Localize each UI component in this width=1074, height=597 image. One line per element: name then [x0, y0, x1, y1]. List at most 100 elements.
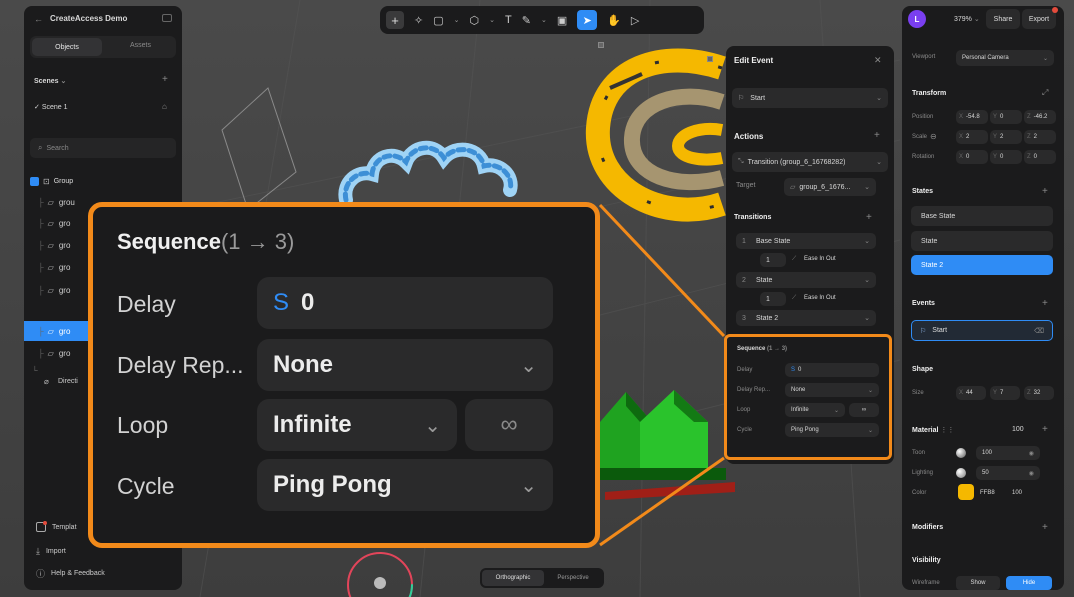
event-trigger-select[interactable]: ⚐ Start ⌄ — [732, 88, 888, 108]
spiral-shape[interactable] — [582, 48, 732, 228]
red-plane-shape[interactable] — [605, 478, 735, 502]
size-x[interactable]: X 44 — [956, 386, 986, 400]
chevron-down-icon[interactable]: ⌄ — [454, 16, 460, 24]
color-hex[interactable]: FFB8 — [980, 490, 995, 496]
position-z[interactable]: Z -46.2 — [1024, 110, 1056, 124]
sphere-icon[interactable] — [956, 468, 966, 478]
tree-item-group[interactable]: ⊡ Group — [30, 174, 176, 188]
loop-select[interactable]: Infinite ⌄ — [785, 403, 845, 417]
selection-handle[interactable] — [598, 42, 604, 48]
view-orthographic[interactable]: Orthographic — [482, 570, 544, 586]
close-icon[interactable]: ✕ — [874, 55, 882, 66]
add-modifier-icon[interactable]: + — [1042, 522, 1048, 533]
pen-icon[interactable]: ✎ — [522, 14, 531, 27]
cloud-shape[interactable] — [338, 130, 518, 210]
scale-x[interactable]: X2 — [956, 130, 988, 144]
toon-field[interactable]: 100 ◉ — [976, 446, 1040, 460]
hide-button[interactable]: Hide — [1006, 576, 1052, 590]
transform-gizmo[interactable] — [340, 545, 430, 597]
state-item-active[interactable]: State 2 — [911, 255, 1053, 275]
cycle-select[interactable]: Ping Pong ⌄ — [785, 423, 879, 437]
add-material-icon[interactable]: + — [1042, 424, 1048, 435]
avatar[interactable]: L — [908, 10, 926, 28]
material-value[interactable]: 100 — [1012, 426, 1024, 433]
size-z[interactable]: Z 32 — [1024, 386, 1054, 400]
add-state-icon[interactable]: + — [1042, 186, 1048, 197]
delay-repeat-select[interactable]: None ⌄ — [785, 383, 879, 397]
callout-loop-select[interactable]: Infinite ⌄ — [257, 399, 457, 451]
lighting-field[interactable]: 50 ◉ — [976, 466, 1040, 480]
text-icon[interactable]: T — [505, 14, 512, 26]
callout-cycle-select[interactable]: Ping Pong ⌄ — [257, 459, 553, 511]
viewport-select[interactable]: Personal Camera ⌄ — [956, 50, 1054, 66]
callout-delay-repeat-select[interactable]: None ⌄ — [257, 339, 553, 391]
tab-assets[interactable]: Assets — [130, 42, 151, 49]
project-title[interactable]: CreateAccess Demo — [50, 14, 127, 23]
export-button[interactable]: Export — [1022, 9, 1056, 29]
color-swatch[interactable] — [958, 484, 974, 500]
scenes-header[interactable]: Scenes ⌄ — [34, 77, 66, 85]
back-arrow-icon[interactable]: ← — [34, 14, 43, 24]
reset-icon[interactable]: ⤢ — [1042, 88, 1048, 98]
play-icon[interactable]: ▷ — [631, 14, 639, 27]
view-perspective[interactable]: Perspective — [544, 570, 602, 586]
transition-ease[interactable]: Ease In Out — [804, 295, 836, 301]
rotation-y[interactable]: Y0 — [990, 150, 1022, 164]
trash-icon[interactable]: ⌫ — [1034, 327, 1044, 335]
checkbox-icon[interactable] — [30, 176, 39, 186]
sphere-icon[interactable] — [956, 448, 966, 458]
state-item[interactable]: Base State — [911, 206, 1053, 226]
transition-row[interactable]: 1 Base State ⌄ — [736, 233, 876, 249]
transition-duration[interactable]: 1 — [760, 253, 786, 267]
square-icon[interactable]: ▢ — [433, 14, 443, 27]
zoom-select[interactable]: 379% ⌄ — [954, 15, 980, 23]
add-action-icon[interactable]: + — [874, 130, 880, 141]
wire-shape[interactable] — [221, 87, 297, 211]
houses-shape[interactable] — [596, 372, 726, 482]
transition-ease[interactable]: Ease In Out — [804, 256, 836, 262]
position-y[interactable]: Y0 — [990, 110, 1022, 124]
help-link[interactable]: ⓘ Help & Feedback — [36, 567, 105, 580]
state-item[interactable]: State — [911, 231, 1053, 251]
axis-y-label: Y — [993, 114, 998, 120]
position-x[interactable]: X -54.8 — [956, 110, 988, 124]
shape-icon[interactable]: ⬡ — [470, 14, 480, 27]
action-select[interactable]: ⤡ Transition (group_6_16768282) ⌄ — [732, 152, 888, 172]
lock-icon[interactable]: ⊖ — [930, 132, 937, 141]
sparkle-icon[interactable]: ✧ — [414, 14, 423, 27]
callout-delay-field[interactable]: S0 — [257, 277, 553, 329]
selection-handle[interactable] — [707, 56, 713, 62]
tab-objects[interactable]: Objects — [32, 38, 102, 56]
show-button[interactable]: Show — [956, 576, 1000, 590]
templates-link[interactable]: Templat — [36, 521, 77, 532]
sidebar-toggle-icon[interactable] — [162, 14, 172, 22]
rotation-x[interactable]: X0 — [956, 150, 988, 164]
event-item[interactable]: ⚐ Start ⌫ — [911, 320, 1053, 341]
chevron-down-icon[interactable]: ⌄ — [541, 16, 547, 24]
delay-field[interactable]: S0 — [785, 363, 879, 377]
callout-infinity-toggle[interactable]: ∞ — [465, 399, 553, 451]
frame-icon[interactable]: ▣ — [557, 14, 567, 27]
target-select[interactable]: ▱ group_6_1676... ⌄ — [784, 178, 876, 196]
search-input[interactable]: ⌕ Search — [30, 138, 176, 158]
share-button[interactable]: Share — [986, 9, 1020, 29]
plus-icon[interactable]: + — [386, 11, 404, 29]
scale-z[interactable]: Z2 — [1024, 130, 1056, 144]
import-link[interactable]: ⤓ Import — [36, 546, 66, 557]
chevron-down-icon[interactable]: ⌄ — [489, 16, 495, 24]
transition-duration[interactable]: 1 — [760, 292, 786, 306]
scene-item[interactable]: ✓ Scene 1 — [34, 103, 68, 111]
pointer-icon[interactable]: ➤ — [577, 10, 598, 30]
transition-row[interactable]: 2 State ⌄ — [736, 272, 876, 288]
add-event-icon[interactable]: + — [1042, 298, 1048, 309]
rotation-z[interactable]: Z0 — [1024, 150, 1056, 164]
color-opacity[interactable]: 100 — [1012, 490, 1022, 496]
size-y[interactable]: Y7 — [990, 386, 1020, 400]
add-scene-icon[interactable]: + — [162, 74, 168, 85]
hand-icon[interactable]: ✋ — [607, 14, 621, 27]
scale-y[interactable]: Y2 — [990, 130, 1022, 144]
add-transition-icon[interactable]: + — [866, 212, 872, 223]
infinity-toggle[interactable]: ∞ — [849, 403, 879, 417]
home-icon[interactable]: ⌂ — [162, 102, 167, 111]
transition-row[interactable]: 3 State 2 ⌄ — [736, 310, 876, 326]
